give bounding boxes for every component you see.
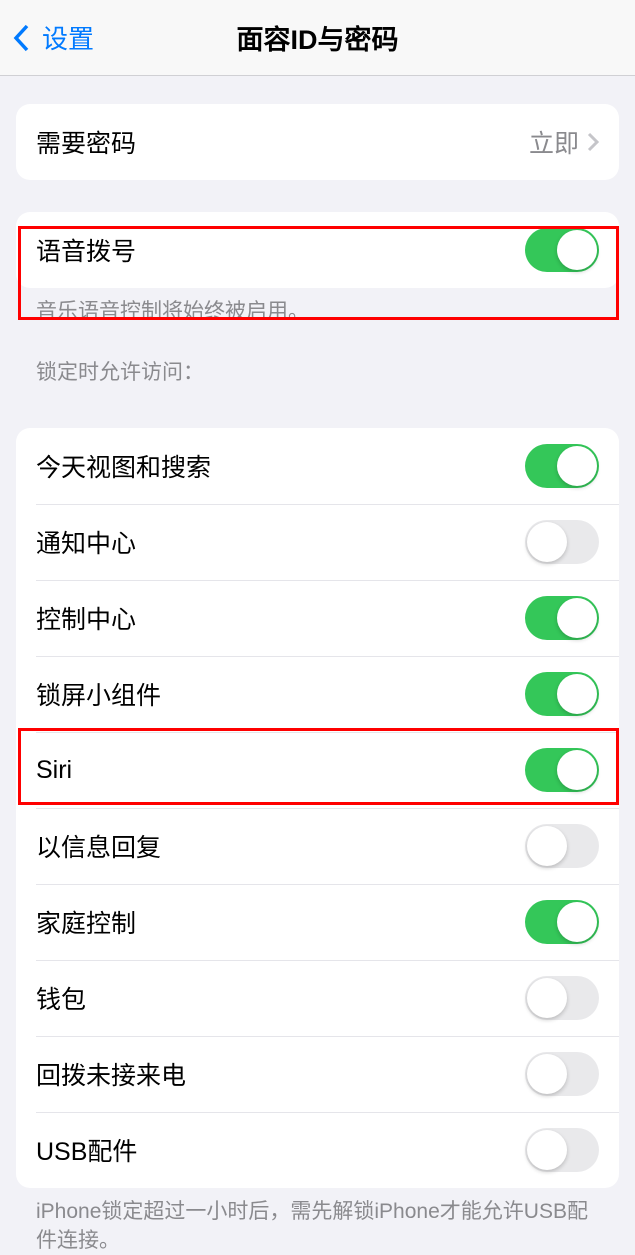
toggle-knob: [527, 826, 567, 866]
row-label: USB配件: [36, 1132, 137, 1168]
row-label: 今天视图和搜索: [36, 448, 211, 484]
section-header-lockscreen: 锁定时允许访问：: [0, 326, 635, 396]
toggle-knob: [527, 522, 567, 562]
row-value: 立即: [529, 124, 599, 160]
nav-header: 设置 面容ID与密码: [0, 0, 635, 76]
list-item: 今天视图和搜索: [16, 428, 619, 504]
toggle-knob: [527, 978, 567, 1018]
toggle-knob: [557, 674, 597, 714]
row-label: Siri: [36, 756, 72, 785]
toggle[interactable]: [525, 444, 599, 488]
back-button[interactable]: 设置: [0, 0, 94, 75]
usb-footer: iPhone锁定超过一小时后，需先解锁iPhone才能允许USB配件连接。: [0, 1188, 635, 1255]
row-label: 钱包: [36, 980, 86, 1016]
toggle-knob: [557, 446, 597, 486]
list-item: 控制中心: [16, 580, 619, 656]
back-label: 设置: [42, 19, 94, 56]
row-label: 家庭控制: [36, 904, 136, 940]
toggle-knob: [527, 1054, 567, 1094]
toggle[interactable]: [525, 1128, 599, 1172]
voice-dial-toggle[interactable]: [525, 228, 599, 272]
chevron-right-icon: [587, 132, 599, 152]
list-item: 锁屏小组件: [16, 656, 619, 732]
list-item: 钱包: [16, 960, 619, 1036]
toggle-knob: [527, 1130, 567, 1170]
row-label: 语音拨号: [36, 232, 136, 268]
row-label: 需要密码: [36, 124, 136, 160]
list-item: 通知中心: [16, 504, 619, 580]
value-text: 立即: [529, 124, 579, 160]
row-label: 以信息回复: [36, 828, 161, 864]
toggle[interactable]: [525, 672, 599, 716]
toggle-knob: [557, 598, 597, 638]
group-lockscreen-access: 今天视图和搜索通知中心控制中心锁屏小组件 Siri 以信息回复家庭控制钱包回拨未接来…: [16, 428, 619, 1188]
list-item: 家庭控制: [16, 884, 619, 960]
row-label: 回拨未接来电: [36, 1056, 186, 1092]
chevron-left-icon: [12, 23, 30, 53]
toggle[interactable]: [525, 1052, 599, 1096]
list-item: 回拨未接来电: [16, 1036, 619, 1112]
row-require-passcode[interactable]: 需要密码 立即: [16, 104, 619, 180]
group-require-passcode: 需要密码 立即: [16, 104, 619, 180]
toggle[interactable]: [525, 824, 599, 868]
voice-dial-footer: 音乐语音控制将始终被启用。: [0, 288, 635, 326]
page-title: 面容ID与密码: [0, 18, 635, 57]
toggle[interactable]: [525, 976, 599, 1020]
toggle[interactable]: [525, 900, 599, 944]
list-item: USB配件: [16, 1112, 619, 1188]
toggle[interactable]: [525, 520, 599, 564]
group-voice-dial: 语音拨号: [16, 212, 619, 288]
toggle[interactable]: [525, 596, 599, 640]
row-label: 锁屏小组件: [36, 676, 161, 712]
row-voice-dial: 语音拨号: [16, 212, 619, 288]
toggle-knob: [557, 230, 597, 270]
toggle-knob: [557, 902, 597, 942]
row-label: 控制中心: [36, 600, 136, 636]
toggle[interactable]: [525, 748, 599, 792]
row-label: 通知中心: [36, 524, 136, 560]
list-item: Siri: [16, 732, 619, 808]
toggle-knob: [557, 750, 597, 790]
list-item: 以信息回复: [16, 808, 619, 884]
